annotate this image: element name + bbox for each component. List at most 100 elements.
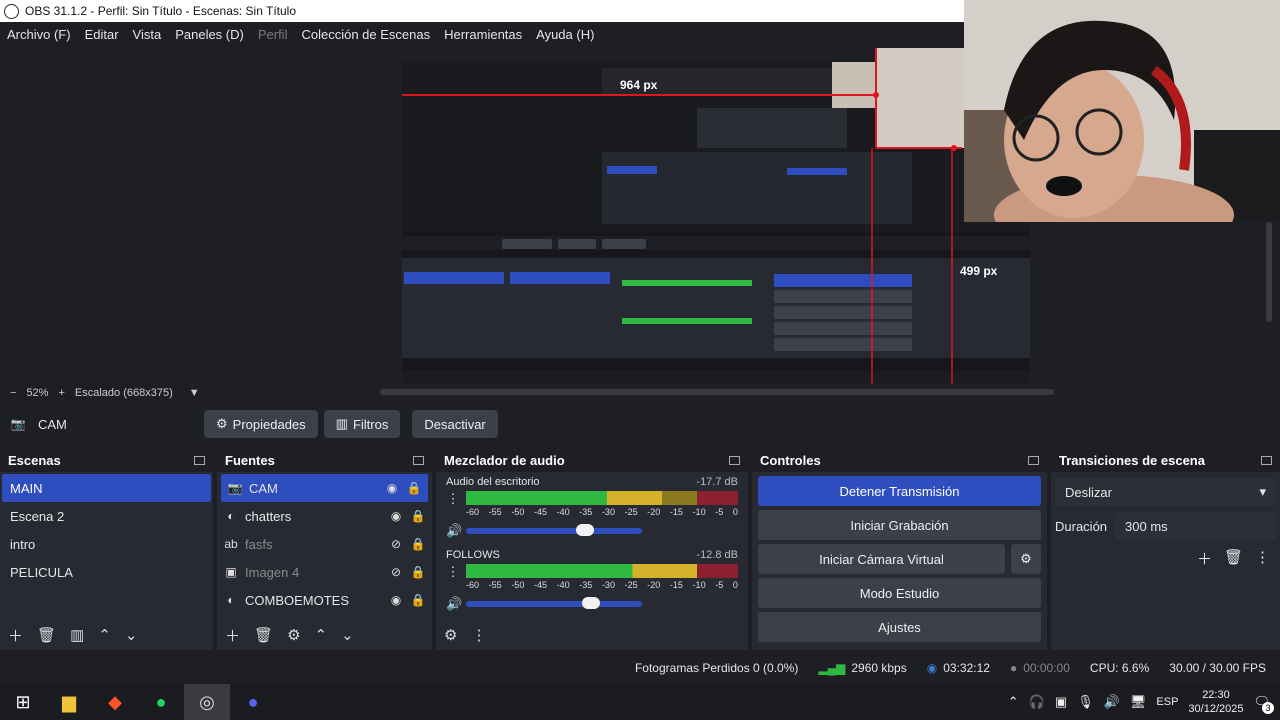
headset-icon[interactable]: 🎧 (1029, 694, 1045, 710)
trash-icon[interactable]: 🗑 (254, 626, 273, 644)
eye-hidden-icon[interactable]: ⊘ (388, 564, 404, 580)
scale-dropdown-icon[interactable]: ▼ (189, 387, 200, 399)
scene-item[interactable]: PELICULA (2, 558, 211, 586)
menu-help[interactable]: Ayuda (H) (536, 27, 594, 42)
zoom-out-button[interactable]: − (10, 387, 16, 399)
network-icon[interactable]: 🖥 (1130, 694, 1147, 710)
webcam-source[interactable] (964, 0, 1280, 222)
settings-button[interactable]: Ajustes (758, 612, 1041, 642)
more-menu-icon[interactable]: ⋮ (446, 564, 460, 580)
menu-view[interactable]: Vista (133, 27, 162, 42)
volume-slider[interactable] (466, 597, 642, 609)
brave-browser-icon[interactable]: ◆ (92, 684, 138, 720)
scene-item[interactable]: MAIN (2, 474, 211, 502)
source-item[interactable]: ◐ COMBOEMOTES ◉ 🔒 (217, 586, 432, 614)
studio-mode-button[interactable]: Modo Estudio (758, 578, 1041, 608)
obs-logo-icon (4, 3, 19, 19)
sources-dock: Fuentes 📷 CAM ◉ 🔒 ◐ chatters ◉ 🔒 ab fasf… (217, 448, 432, 650)
preview-horizontal-scrollbar[interactable] (380, 389, 1054, 395)
lock-icon[interactable]: 🔒 (406, 480, 422, 496)
language-indicator[interactable]: ESP (1156, 696, 1178, 708)
windows-start-icon[interactable]: ⊞ (0, 684, 46, 720)
eye-hidden-icon[interactable]: ⊘ (388, 536, 404, 552)
menu-edit[interactable]: Editar (85, 27, 119, 42)
volume-icon[interactable]: 🔊 (1104, 694, 1120, 710)
more-menu-icon[interactable]: ⋮ (446, 491, 460, 507)
duration-value: 300 ms (1125, 518, 1168, 534)
file-explorer-icon[interactable]: ▆ (46, 684, 92, 720)
chevron-down-icon[interactable]: ⌄ (341, 626, 354, 644)
undock-icon[interactable] (1261, 455, 1272, 465)
menu-file[interactable]: Archivo (F) (7, 27, 71, 42)
filters-button[interactable]: ▥ Filtros (323, 410, 401, 438)
add-icon[interactable]: ＋ (225, 625, 240, 646)
volume-slider-handle[interactable] (575, 524, 594, 536)
start-virtual-camera-button[interactable]: Iniciar Cámara Virtual (758, 544, 1005, 574)
discord-icon[interactable]: ● (230, 684, 276, 720)
virtual-camera-settings-gear-icon[interactable]: ⚙ (1011, 544, 1041, 574)
mixer-title: Mezclador de audio (444, 452, 565, 468)
deactivate-button[interactable]: Desactivar (412, 410, 498, 438)
zoom-in-button[interactable]: + (58, 387, 64, 399)
microphone-icon[interactable]: 🎙 (1077, 694, 1094, 710)
mixer-channel: FOLLOWS -12.8 dB ⋮ -60 -55 -50 -45 -40 -35 -30… (446, 549, 738, 612)
properties-button[interactable]: ⚙ Propiedades (204, 410, 318, 438)
clock[interactable]: 22:30 30/12/2025 (1188, 688, 1243, 716)
nested-px-label-height: 499 px (960, 264, 998, 278)
tray-chevron-up-icon[interactable]: ⌃ (1008, 694, 1019, 710)
add-transition-icon[interactable]: ＋ (1197, 548, 1212, 569)
lock-icon[interactable]: 🔒 (410, 564, 426, 580)
scenes-title: Escenas (8, 452, 61, 468)
trash-icon[interactable]: 🗑 (37, 626, 56, 644)
current-source-name: CAM (38, 416, 67, 432)
scene-item[interactable]: Escena 2 (2, 502, 211, 530)
eye-icon[interactable]: ◉ (388, 592, 404, 608)
meter-tick-label: -50 (511, 507, 525, 517)
speaker-icon[interactable]: 🔊 (446, 596, 462, 612)
lock-icon[interactable]: 🔒 (410, 592, 426, 608)
source-item[interactable]: ab fasfs ⊘ 🔒 (217, 530, 432, 558)
chevron-up-icon[interactable]: ⌃ (98, 626, 111, 644)
preview-vertical-scrollbar[interactable] (1266, 222, 1272, 322)
more-menu-icon[interactable]: ⋮ (471, 626, 486, 644)
filter-icon[interactable]: ▥ (70, 626, 84, 644)
source-toolbar: 📷 CAM ⚙ Propiedades ▥ Filtros Desactivar (0, 402, 1280, 446)
notification-icon[interactable]: 🗨 3 (1253, 694, 1274, 714)
lock-icon[interactable]: 🔒 (410, 536, 426, 552)
menu-scene-collection[interactable]: Colección de Escenas (301, 27, 430, 42)
undock-icon[interactable] (413, 455, 424, 465)
window-title: OBS 31.1.2 - Perfil: Sin Título - Escena… (25, 4, 297, 18)
trash-icon[interactable]: 🗑 (1224, 548, 1243, 569)
source-item[interactable]: ◐ chatters ◉ 🔒 (217, 502, 432, 530)
lock-icon[interactable]: 🔒 (410, 508, 426, 524)
undock-icon[interactable] (1028, 455, 1039, 465)
obs-taskbar-icon[interactable]: ◎ (184, 684, 230, 720)
volume-slider[interactable] (466, 524, 642, 536)
speaker-icon[interactable]: 🔊 (446, 523, 462, 539)
source-item[interactable]: ▣ Imagen 4 ⊘ 🔒 (217, 558, 432, 586)
undock-icon[interactable] (194, 455, 205, 465)
tray-app-icon[interactable]: ▣ (1055, 694, 1067, 710)
scenes-dock: Escenas MAIN Escena 2 intro PELICULA ＋ 🗑… (0, 448, 213, 650)
menu-docks[interactable]: Paneles (D) (175, 27, 244, 42)
undock-icon[interactable] (729, 455, 740, 465)
duration-input[interactable]: 300 ms (1115, 512, 1276, 540)
start-recording-button[interactable]: Iniciar Grabación (758, 510, 1041, 540)
eye-icon[interactable]: ◉ (388, 508, 404, 524)
menu-tools[interactable]: Herramientas (444, 27, 522, 42)
advanced-audio-gear-icon[interactable]: ⚙ (444, 626, 457, 644)
camera-icon: 📷 (227, 481, 243, 495)
more-menu-icon[interactable]: ⋮ (1255, 548, 1270, 569)
transition-select[interactable]: Deslizar ▾ (1055, 478, 1276, 506)
add-icon[interactable]: ＋ (8, 625, 23, 646)
volume-slider-handle[interactable] (582, 597, 601, 609)
chevron-down-icon[interactable]: ⌄ (125, 626, 138, 644)
eye-icon[interactable]: ◉ (384, 480, 400, 496)
chevron-up-icon[interactable]: ⌃ (315, 626, 328, 644)
source-item[interactable]: 📷 CAM ◉ 🔒 (221, 474, 428, 502)
scene-item[interactable]: intro (2, 530, 211, 558)
gear-icon[interactable]: ⚙ (287, 626, 300, 644)
menu-profile[interactable]: Perfil (258, 27, 288, 42)
stop-stream-button[interactable]: Detener Transmisión (758, 476, 1041, 506)
spotify-icon[interactable]: ● (138, 684, 184, 720)
